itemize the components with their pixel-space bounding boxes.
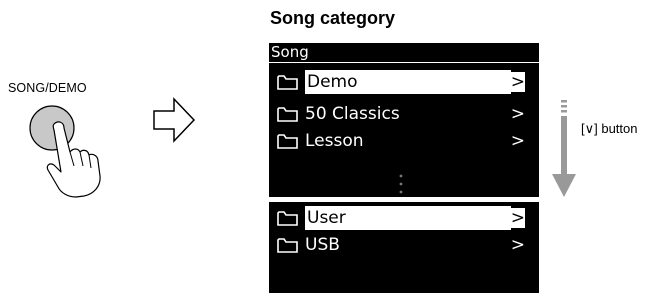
list-item-lesson[interactable]: Lesson > [277,129,529,153]
finger-press-icon [29,105,101,198]
folder-icon [277,134,298,149]
section-heading: Song category [270,8,396,28]
chevron-right-icon: > [510,131,525,151]
song-category-screen-scrolled: User > USB > [269,202,539,293]
list-item-label: User [305,206,511,230]
list-item-label: 50 Classics [305,104,400,124]
list-item-label: Demo [305,70,511,94]
list-item-label: Lesson [305,131,364,151]
list-item-label: USB [305,235,340,255]
arrow-right-icon [153,97,196,143]
chevron-right-icon: > [510,235,525,255]
screen-header: Song [269,43,539,63]
chevron-right-icon: > [510,104,525,124]
down-button-caption: [∨] button [581,121,638,136]
list-item-demo[interactable]: Demo > [277,70,529,94]
list-item-usb[interactable]: USB > [277,233,529,257]
screen-title: Song [271,43,309,61]
folder-icon [277,211,298,226]
song-demo-label: SONG/DEMO [8,81,87,95]
folder-icon [277,238,298,253]
list-item-50-classics[interactable]: 50 Classics > [277,102,529,126]
song-category-screen: Song Demo > 50 Classics > Lesson > [269,43,539,197]
folder-icon [277,107,298,122]
folder-icon [277,75,298,90]
scroll-down-arrow-icon [552,100,576,197]
vertical-dots-icon [399,174,403,194]
chevron-right-icon: > [510,208,525,228]
chevron-right-icon: > [510,72,525,92]
list-item-user[interactable]: User > [277,206,529,230]
